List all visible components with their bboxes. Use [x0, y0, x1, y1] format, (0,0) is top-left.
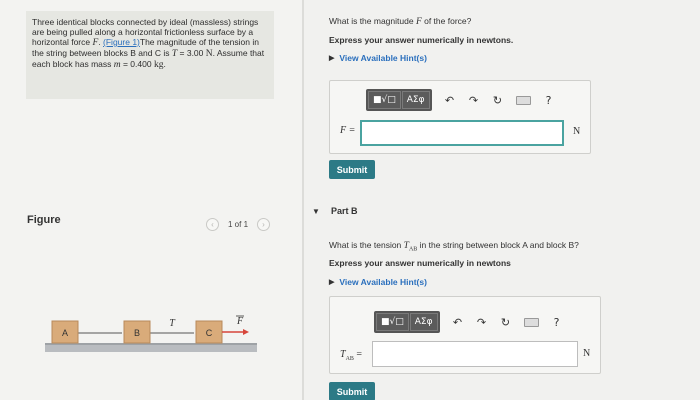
part-a-unit: N	[573, 126, 581, 137]
part-a-answer-panel: ■√□ AΣφ ↶ ↷ ↻ ? F = N	[329, 80, 591, 154]
block-c-label: C	[206, 328, 213, 338]
pager-text: 1 of 1	[228, 220, 249, 229]
part-b-instruction: Express your answer numerically in newto…	[329, 258, 511, 268]
help-button[interactable]: ?	[543, 94, 555, 107]
redo-icon[interactable]: ↷	[476, 316, 488, 329]
answer-pane: What is the magnitude F of the force? Ex…	[304, 0, 700, 400]
question-text: in the string between block A and block …	[417, 240, 579, 250]
greek-symbols-button[interactable]: AΣφ	[401, 91, 430, 109]
part-b-question: What is the tension TAB in the string be…	[329, 240, 579, 253]
blocks-figure: A B C T F	[45, 315, 257, 352]
problem-text: .	[163, 59, 166, 69]
part-a-question: What is the magnitude F of the force?	[329, 16, 471, 27]
chevron-right-icon[interactable]: ›	[257, 218, 271, 231]
part-b-submit-button[interactable]: Submit	[329, 382, 375, 400]
math-buttons: ■√□ AΣφ	[374, 311, 440, 333]
part-b-answer-panel: ■√□ AΣφ ↶ ↷ ↻ ? TAB = N	[329, 296, 601, 374]
part-b-toolbar: ■√□ AΣφ ↶ ↷ ↻ ?	[374, 311, 563, 333]
part-a-variable-label: F =	[340, 125, 355, 136]
problem-text: = 0.400	[120, 59, 154, 69]
figure-pager: ‹ 1 of 1 ›	[206, 218, 271, 231]
keyboard-icon[interactable]	[523, 317, 539, 327]
variable-equals: =	[356, 349, 363, 360]
hint-label: View Available Hint(s)	[339, 277, 427, 287]
unit-n: N	[205, 49, 213, 59]
template-button[interactable]: ■√□	[376, 313, 409, 331]
greek-symbols-button[interactable]: AΣφ	[409, 313, 438, 331]
problem-statement: Three identical blocks connected by idea…	[26, 11, 274, 99]
part-a-hint-link[interactable]: ▶ View Available Hint(s)	[329, 53, 427, 63]
variable-text: F =	[340, 125, 356, 136]
problem-pane: Three identical blocks connected by idea…	[0, 0, 302, 400]
reset-icon[interactable]: ↻	[492, 94, 504, 107]
variable-subscript: AB	[345, 356, 354, 362]
block-b-label: B	[134, 328, 140, 338]
block-a-label: A	[62, 328, 68, 338]
part-b-answer-input[interactable]	[372, 341, 578, 367]
part-a-answer-input[interactable]	[360, 120, 564, 146]
question-text: What is the magnitude	[329, 16, 416, 26]
problem-text: = 3.00	[177, 48, 206, 58]
question-text: of the force?	[421, 16, 472, 26]
template-button[interactable]: ■√□	[368, 91, 401, 109]
question-text: What is the tension	[329, 240, 404, 250]
force-arrowhead	[243, 329, 249, 335]
unit-kg: kg	[153, 60, 164, 70]
keyboard-icon[interactable]	[515, 95, 531, 105]
figure-label: Figure	[27, 214, 61, 226]
chevron-left-icon[interactable]: ‹	[206, 218, 219, 231]
part-b-unit: N	[583, 348, 591, 359]
part-a-submit-button[interactable]: Submit	[329, 160, 375, 179]
figure-link[interactable]: (Figure 1)	[103, 37, 140, 47]
tension-label: T	[169, 318, 176, 329]
undo-icon[interactable]: ↶	[444, 94, 456, 107]
part-b-hint-link[interactable]: ▶ View Available Hint(s)	[329, 277, 427, 287]
hint-label: View Available Hint(s)	[339, 53, 427, 63]
undo-icon[interactable]: ↶	[452, 316, 464, 329]
mass-symbol: m	[113, 60, 121, 70]
redo-icon[interactable]: ↷	[468, 94, 480, 107]
math-buttons: ■√□ AΣφ	[366, 89, 432, 111]
caret-right-icon: ▶	[329, 55, 335, 62]
part-a-instruction: Express your answer numerically in newto…	[329, 35, 514, 45]
part-b-variable-label: TAB =	[340, 349, 362, 362]
reset-icon[interactable]: ↻	[500, 316, 512, 329]
part-b-title[interactable]: Part B	[331, 206, 358, 216]
part-a-toolbar: ■√□ AΣφ ↶ ↷ ↻ ?	[366, 89, 555, 111]
force-label: F	[236, 316, 244, 327]
caret-right-icon: ▶	[329, 279, 335, 286]
help-button[interactable]: ?	[551, 316, 563, 329]
part-b-collapse-icon[interactable]: ▼	[312, 207, 320, 216]
